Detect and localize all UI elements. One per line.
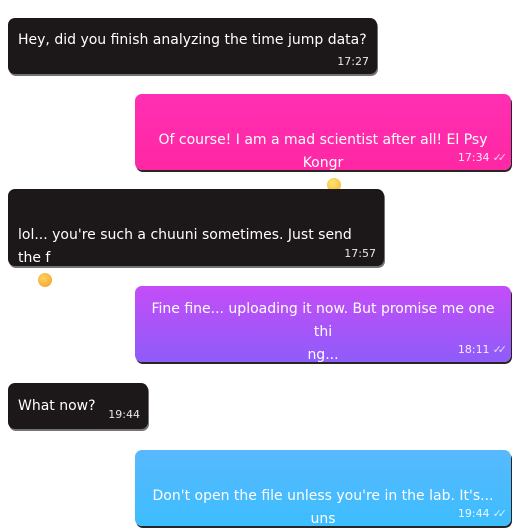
message-time: 19:44 [457, 507, 490, 520]
message-text-content: Of course! I am a mad scientist after al… [158, 132, 488, 194]
message-text: Of course! I am a mad scientist after al… [145, 106, 501, 198]
incoming-message-bubble[interactable]: Hey, did you finish analyzing the time j… [8, 18, 377, 74]
message-meta: 18:11 ✓✓ [457, 343, 508, 357]
message-text: Hey, did you finish analyzing the time j… [18, 32, 367, 48]
read-receipt-icon: ✓✓ [492, 343, 508, 356]
message-meta: 17:27 [337, 55, 369, 69]
message-text-content: lol... you're such a chuuni sometimes. J… [18, 227, 352, 289]
message-text: Don't open the file unless you're in the… [145, 462, 501, 531]
message-time: 17:57 [344, 247, 376, 260]
incoming-message-bubble[interactable]: lol... you're such a chuuni sometimes. J… [8, 189, 384, 289]
message-meta: 19:44 [108, 408, 140, 422]
message-meta: 17:34 ✓✓ [457, 151, 508, 165]
read-receipt-icon: ✓✓ [492, 151, 508, 164]
message-time: 19:44 [108, 408, 140, 421]
message-text: lol... you're such a chuuni sometimes. J… [18, 201, 374, 293]
message-time: 17:27 [337, 55, 369, 68]
read-receipt-icon: ✓✓ [492, 507, 508, 520]
outgoing-message-bubble[interactable]: Of course! I am a mad scientist after al… [135, 94, 511, 194]
outgoing-message-bubble[interactable]: Fine fine... uploading it now. But promi… [135, 286, 511, 363]
chat-thread: Hey, did you finish analyzing the time j… [0, 0, 519, 531]
grinning-face-emoji-icon [38, 273, 53, 287]
message-time: 17:34 [457, 151, 490, 164]
message-time: 18:11 [457, 343, 490, 356]
outgoing-message-bubble[interactable]: Don't open the file unless you're in the… [135, 450, 511, 527]
message-meta: 17:57 [344, 247, 376, 261]
incoming-message-bubble[interactable]: What now? 19:44 [8, 383, 148, 429]
message-text: Fine fine... uploading it now. But promi… [151, 301, 495, 363]
message-text-content: Don't open the file unless you're in the… [152, 488, 494, 527]
message-meta: 19:44 ✓✓ [457, 507, 508, 521]
